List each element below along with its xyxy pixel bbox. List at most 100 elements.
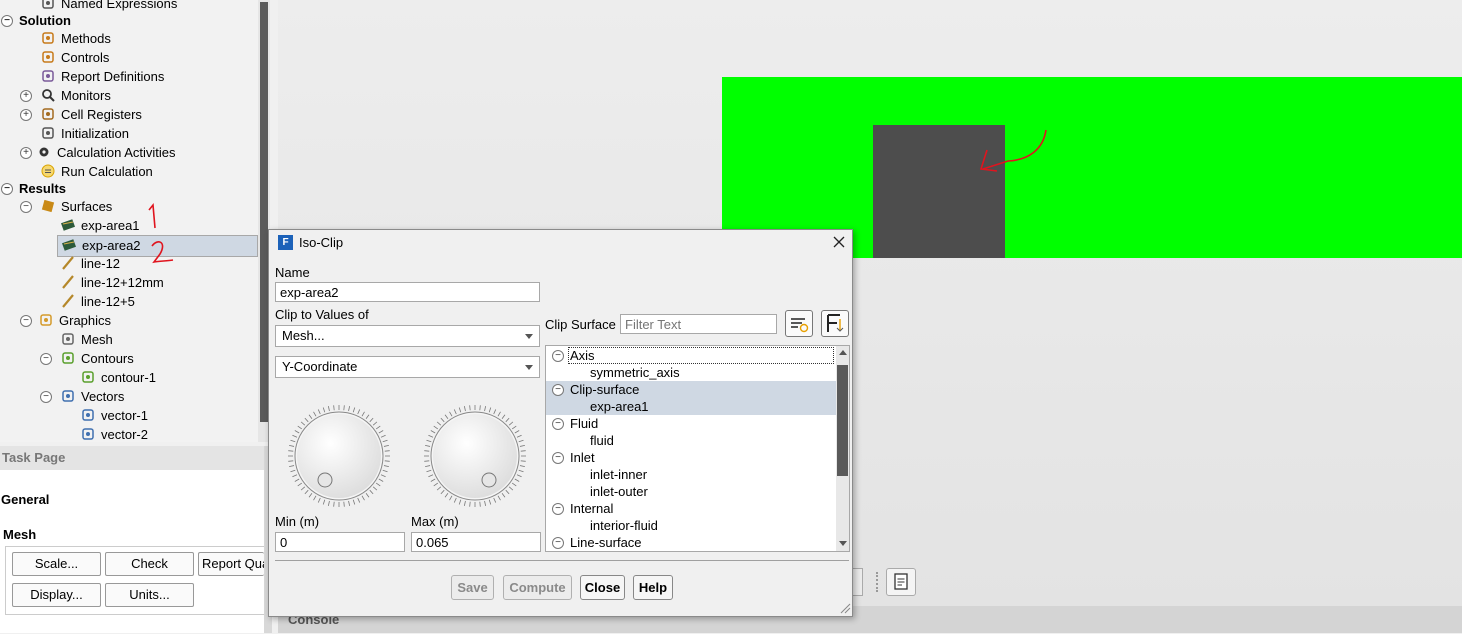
min-input[interactable] <box>275 532 405 552</box>
tree-item[interactable]: + Calculation Activities <box>0 143 258 162</box>
dialog-separator <box>275 560 849 561</box>
collapse-icon[interactable]: − <box>552 503 564 515</box>
collapse-icon[interactable]: − <box>552 350 564 362</box>
tree-item[interactable]: Controls <box>0 48 258 67</box>
tree-item[interactable]: line-12 <box>0 254 258 273</box>
list-scrollbar-thumb[interactable] <box>837 365 848 476</box>
task-page-header: Task Page <box>0 446 266 470</box>
scroll-up-icon[interactable] <box>839 350 847 355</box>
expand-icon[interactable]: + <box>20 90 32 102</box>
tree-item[interactable]: contour-1 <box>0 368 258 387</box>
tree-item[interactable]: Initialization <box>0 124 258 143</box>
surface-item[interactable]: inlet-outer <box>546 483 836 500</box>
collapse-icon[interactable]: − <box>20 315 32 327</box>
field-variable-value: Y-Coordinate <box>282 359 358 374</box>
tree-scrollbar-thumb[interactable] <box>260 2 268 422</box>
collapse-icon[interactable]: − <box>20 201 32 213</box>
methods-icon <box>41 31 55 45</box>
annotation-arrow <box>979 129 1047 172</box>
tree-item-label: exp-area2 <box>82 238 141 253</box>
collapse-icon[interactable]: − <box>552 537 564 549</box>
initialization-icon <box>41 126 55 140</box>
collapse-icon[interactable]: − <box>1 15 13 27</box>
notes-button[interactable] <box>886 568 916 596</box>
scroll-down-icon[interactable] <box>839 541 847 546</box>
surface-item[interactable]: fluid <box>546 432 836 449</box>
expand-icon[interactable]: + <box>20 109 32 121</box>
units-button[interactable]: Units... <box>105 583 194 607</box>
tree-item-label: Results <box>19 181 66 196</box>
collapse-icon[interactable]: − <box>1 183 13 195</box>
surface-label: Internal <box>570 501 614 516</box>
save-button[interactable]: Save <box>451 575 494 600</box>
tree-item[interactable]: Report Definitions <box>0 67 258 86</box>
tree-item-label: Contours <box>81 351 134 366</box>
tree-item[interactable]: − Graphics <box>0 311 258 330</box>
resize-grip-icon[interactable] <box>839 602 851 614</box>
display-button[interactable]: Display... <box>12 583 101 607</box>
surface-label: interior-fluid <box>590 518 658 533</box>
field-variable-select[interactable]: Y-Coordinate <box>275 356 540 378</box>
tree-item[interactable]: Mesh <box>0 330 258 349</box>
clip-surface-list[interactable]: − Axis symmetric_axis − Clip-surface exp-area… <box>545 345 850 552</box>
name-input[interactable] <box>275 282 540 302</box>
list-scrollbar[interactable] <box>836 346 849 551</box>
toolbar-separator <box>876 572 880 592</box>
tree-item[interactable]: − Solution <box>0 11 258 30</box>
close-button[interactable]: Close <box>580 575 625 600</box>
surface-group[interactable]: − Inlet <box>546 449 836 466</box>
surface-item[interactable]: interior-fluid <box>546 517 836 534</box>
tree-item[interactable]: − Surfaces <box>0 197 258 216</box>
clip-to-values-label: Clip to Values of <box>275 307 369 322</box>
tree-item[interactable]: − Vectors <box>0 387 258 406</box>
tree-item-label: Solution <box>19 13 71 28</box>
collapse-icon[interactable]: − <box>40 391 52 403</box>
surface-item[interactable]: exp-area1 <box>546 398 836 415</box>
max-label: Max (m) <box>411 514 459 529</box>
filter-text-input[interactable] <box>620 314 777 334</box>
tree-item-label: Controls <box>61 50 110 65</box>
tree-item[interactable]: + Monitors <box>0 86 258 105</box>
surface-group[interactable]: − Clip-surface <box>546 381 836 398</box>
tree-item[interactable]: Methods <box>0 29 258 48</box>
select-all-button[interactable] <box>821 310 849 337</box>
collapse-icon[interactable]: − <box>552 418 564 430</box>
fluent-app-icon: F <box>278 235 293 250</box>
collapse-icon[interactable]: − <box>552 452 564 464</box>
tree-item[interactable]: − Contours <box>0 349 258 368</box>
expand-icon[interactable]: + <box>20 147 32 159</box>
tree-item[interactable]: line-12+5 <box>0 292 258 311</box>
check-button[interactable]: Check <box>105 552 194 576</box>
collapse-icon[interactable]: − <box>40 353 52 365</box>
surface-group[interactable]: − Line-surface <box>546 534 836 551</box>
collapse-icon[interactable]: − <box>552 384 564 396</box>
max-input[interactable] <box>411 532 541 552</box>
tree-item[interactable]: + Cell Registers <box>0 105 258 124</box>
report-quality-button[interactable]: Report Qua <box>198 552 264 576</box>
max-knob[interactable] <box>423 404 527 508</box>
tree-item[interactable]: vector-2 <box>0 425 258 442</box>
surface-group[interactable]: − Fluid <box>546 415 836 432</box>
surface-label: inlet-inner <box>590 467 648 482</box>
surface-label: Clip-surface <box>570 382 640 397</box>
surface-group[interactable]: − Axis <box>552 347 834 364</box>
surface-item[interactable]: symmetric_axis <box>546 364 836 381</box>
compute-button[interactable]: Compute <box>503 575 572 600</box>
scale-button[interactable]: Scale... <box>12 552 101 576</box>
filter-options-button[interactable] <box>785 310 813 337</box>
tree-item[interactable]: line-12+12mm <box>0 273 258 292</box>
function-icon <box>41 0 55 10</box>
tree-item[interactable]: exp-area1 <box>0 216 258 235</box>
close-icon[interactable] <box>831 234 847 250</box>
tree-item[interactable]: − Results <box>0 179 258 198</box>
tree-item-label: line-12 <box>81 256 121 271</box>
tree-item-label: exp-area1 <box>81 218 140 233</box>
run-calculation-icon <box>41 164 55 178</box>
field-category-select[interactable]: Mesh... <box>275 325 540 347</box>
min-knob[interactable] <box>287 404 391 508</box>
help-button[interactable]: Help <box>633 575 673 600</box>
tree-item[interactable]: vector-1 <box>0 406 258 425</box>
surface-item[interactable]: inlet-inner <box>546 466 836 483</box>
cell-registers-icon <box>41 107 55 121</box>
surface-group[interactable]: − Internal <box>546 500 836 517</box>
